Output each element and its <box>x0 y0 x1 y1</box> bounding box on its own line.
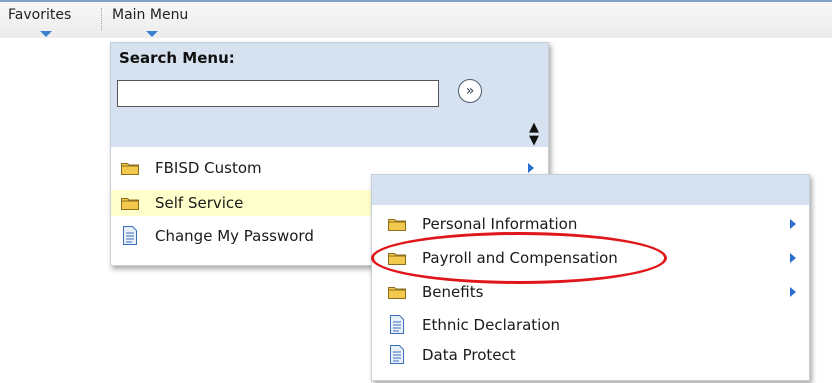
folder-icon <box>388 253 406 265</box>
submenu-item-data-protect[interactable]: Data Protect <box>372 342 809 368</box>
submenu-item-label: Payroll and Compensation <box>422 249 618 267</box>
submenu-item-benefits[interactable]: Benefits <box>372 279 809 305</box>
nav-divider <box>101 8 103 30</box>
self-service-submenu-panel: Personal Information Payroll and Compens… <box>371 174 810 381</box>
submenu-item-label: Benefits <box>422 283 484 301</box>
submenu-item-label: Data Protect <box>422 346 516 364</box>
folder-icon <box>121 198 139 210</box>
submenu-item-payroll-and-compensation[interactable]: Payroll and Compensation <box>372 245 809 271</box>
document-icon <box>390 315 404 334</box>
submenu-item-ethnic-declaration[interactable]: Ethnic Declaration <box>372 312 809 338</box>
submenu-arrow-icon <box>790 287 796 297</box>
favorites-dropdown-icon[interactable] <box>40 31 52 37</box>
submenu-arrow-icon <box>790 219 796 229</box>
search-go-button[interactable]: » <box>458 79 482 103</box>
search-menu-label: Search Menu: <box>119 49 235 67</box>
menu-item-label: FBISD Custom <box>155 159 262 177</box>
search-menu-area: Search Menu: » ▲ ▼ <box>111 43 548 147</box>
folder-icon <box>121 163 139 175</box>
sort-updown-icon[interactable]: ▲ ▼ <box>529 121 539 147</box>
top-nav-bar: Favorites Main Menu <box>0 0 832 38</box>
favorites-menu[interactable]: Favorites <box>8 7 71 23</box>
main-menu[interactable]: Main Menu <box>112 7 188 23</box>
submenu-item-label: Ethnic Declaration <box>422 316 561 334</box>
submenu-header <box>372 175 809 205</box>
submenu-item-label: Personal Information <box>422 215 578 233</box>
menu-item-label: Self Service <box>155 194 244 212</box>
submenu-arrow-icon <box>790 253 796 263</box>
menu-item-label: Change My Password <box>155 227 314 245</box>
document-icon <box>123 226 137 245</box>
search-menu-input[interactable] <box>117 80 439 107</box>
folder-icon <box>388 219 406 231</box>
submenu-item-personal-information[interactable]: Personal Information <box>372 211 809 237</box>
document-icon <box>390 345 404 364</box>
submenu-arrow-icon <box>528 163 534 173</box>
main-menu-dropdown-icon[interactable] <box>146 31 158 37</box>
folder-icon <box>388 287 406 299</box>
